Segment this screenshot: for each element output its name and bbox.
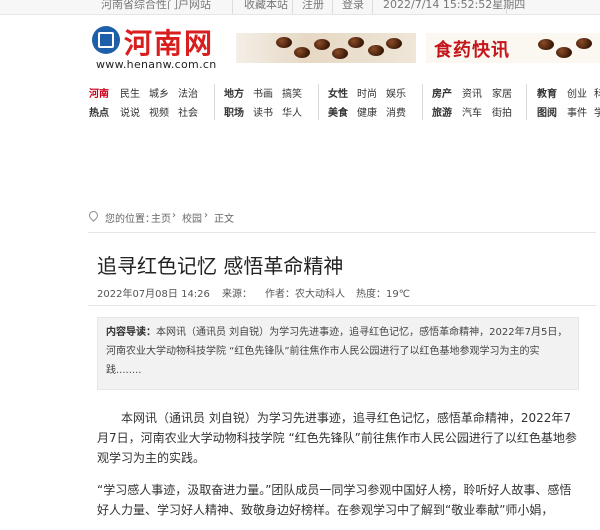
breadcrumb-home[interactable]: 主页 [151,210,171,225]
nav-item[interactable]: 热点 [89,104,109,119]
coffee-bean-icon [276,37,292,48]
article-paragraph: “学习感人事迹，汲取奋进力量。”团队成员一同学习参观中国好人榜，聆听好人故事、感… [97,483,572,517]
nav-item[interactable]: 汽车 [462,104,482,119]
nav-item[interactable]: 健康 [357,104,377,119]
article-source: 来源： [222,289,252,300]
nav-item[interactable]: 资讯 [462,85,482,100]
site-tagline: 河南省综合性门户网站 [101,0,211,11]
coffee-bean-icon [294,47,310,58]
nav-item[interactable]: 社会 [178,104,198,119]
nav-item[interactable]: 街拍 [492,104,512,119]
coffee-bean-icon [348,37,364,48]
logo-text[interactable]: 河南网 [124,22,214,62]
divider [526,84,527,120]
divider [332,0,333,14]
coffee-bean-icon [368,45,384,56]
nav-item[interactable]: 女性 [328,85,348,100]
nav-item[interactable]: 读书 [253,104,273,119]
coffee-bean-icon [576,38,592,49]
nav-item[interactable]: 事件 [567,104,587,119]
nav-item[interactable]: 科 [594,85,600,100]
nav-item[interactable]: 搞笑 [282,85,302,100]
article-summary: 内容导读：本网讯（通讯员 刘自锐）为学习先进事迹，追寻红色记忆，感悟革命精神，2… [97,317,579,390]
summary-text: 本网讯（通讯员 刘自锐）为学习先进事迹，追寻红色记忆，感悟革命精神，2022年7… [106,327,568,376]
ad-banner-coffee[interactable] [236,33,416,63]
summary-label: 内容导读： [106,327,156,338]
nav-item[interactable]: 图阅 [537,104,557,119]
coffee-bean-icon [556,47,572,58]
nav-item[interactable]: 消费 [386,104,406,119]
breadcrumb-prefix: 您的位置： [105,214,155,225]
divider [232,0,233,14]
nav-item[interactable]: 房产 [432,85,452,100]
top-bar: 河南省综合性门户网站 收藏本站 注册 登录 2022/7/14 15:52:52… [0,0,600,15]
nav-item[interactable]: 旅游 [432,104,452,119]
location-pin-icon [87,209,100,222]
nav-item[interactable]: 学 [594,104,600,119]
nav-item[interactable]: 城乡 [149,85,169,100]
nav-item[interactable]: 华人 [282,104,302,119]
nav-item[interactable]: 教育 [537,85,557,100]
breadcrumb-current: 正文 [214,214,234,225]
article-author: 作者：农大动科人 [265,289,345,300]
coffee-bean-icon [538,39,554,50]
breadcrumb-separator: › [172,210,176,221]
divider [422,84,423,120]
breadcrumb-separator: › [204,210,208,221]
divider [292,0,293,14]
nav-item[interactable]: 职场 [224,104,244,119]
datetime: 2022/7/14 15:52:52星期四 [383,0,526,11]
nav-item[interactable]: 书画 [253,85,273,100]
nav-item[interactable]: 地方 [224,85,244,100]
coffee-bean-icon [332,48,348,59]
logo-url: www.henanw.com.cn [96,58,217,71]
nav-item[interactable]: 说说 [120,104,140,119]
nav-item[interactable]: 民生 [120,85,140,100]
article-paragraph: 本网讯（通讯员 刘自锐）为学习先进事迹，追寻红色记忆，感悟革命精神，2022年7… [97,411,577,465]
ad-banner-food-news[interactable]: 食药快讯 [426,33,600,63]
coffee-bean-icon [386,38,402,49]
divider [88,232,596,233]
register-link[interactable]: 注册 [302,0,324,12]
banner-text: 食药快讯 [434,40,510,61]
coffee-bean-icon [314,39,330,50]
article-title: 追寻红色记忆 感悟革命精神 [97,254,344,278]
bookmark-link[interactable]: 收藏本站 [244,0,288,12]
nav-item[interactable]: 娱乐 [386,85,406,100]
nav-item[interactable]: 家居 [492,85,512,100]
nav-item[interactable]: 美食 [328,104,348,119]
nav-item[interactable]: 法治 [178,85,198,100]
login-link[interactable]: 登录 [342,0,364,12]
divider [88,305,596,306]
nav-item[interactable]: 创业 [567,85,587,100]
divider [372,0,373,14]
breadcrumb-section[interactable]: 校园 [182,210,202,225]
divider [506,0,507,14]
logo-icon[interactable] [92,26,120,54]
publish-date: 2022年07月08日 14:26 [97,289,210,300]
nav-item[interactable]: 视频 [149,104,169,119]
divider [318,84,319,120]
article-views: 热度：19℃ [356,289,410,300]
nav-item[interactable]: 时尚 [357,85,377,100]
divider [214,84,215,120]
nav-item[interactable]: 河南 [89,85,109,100]
